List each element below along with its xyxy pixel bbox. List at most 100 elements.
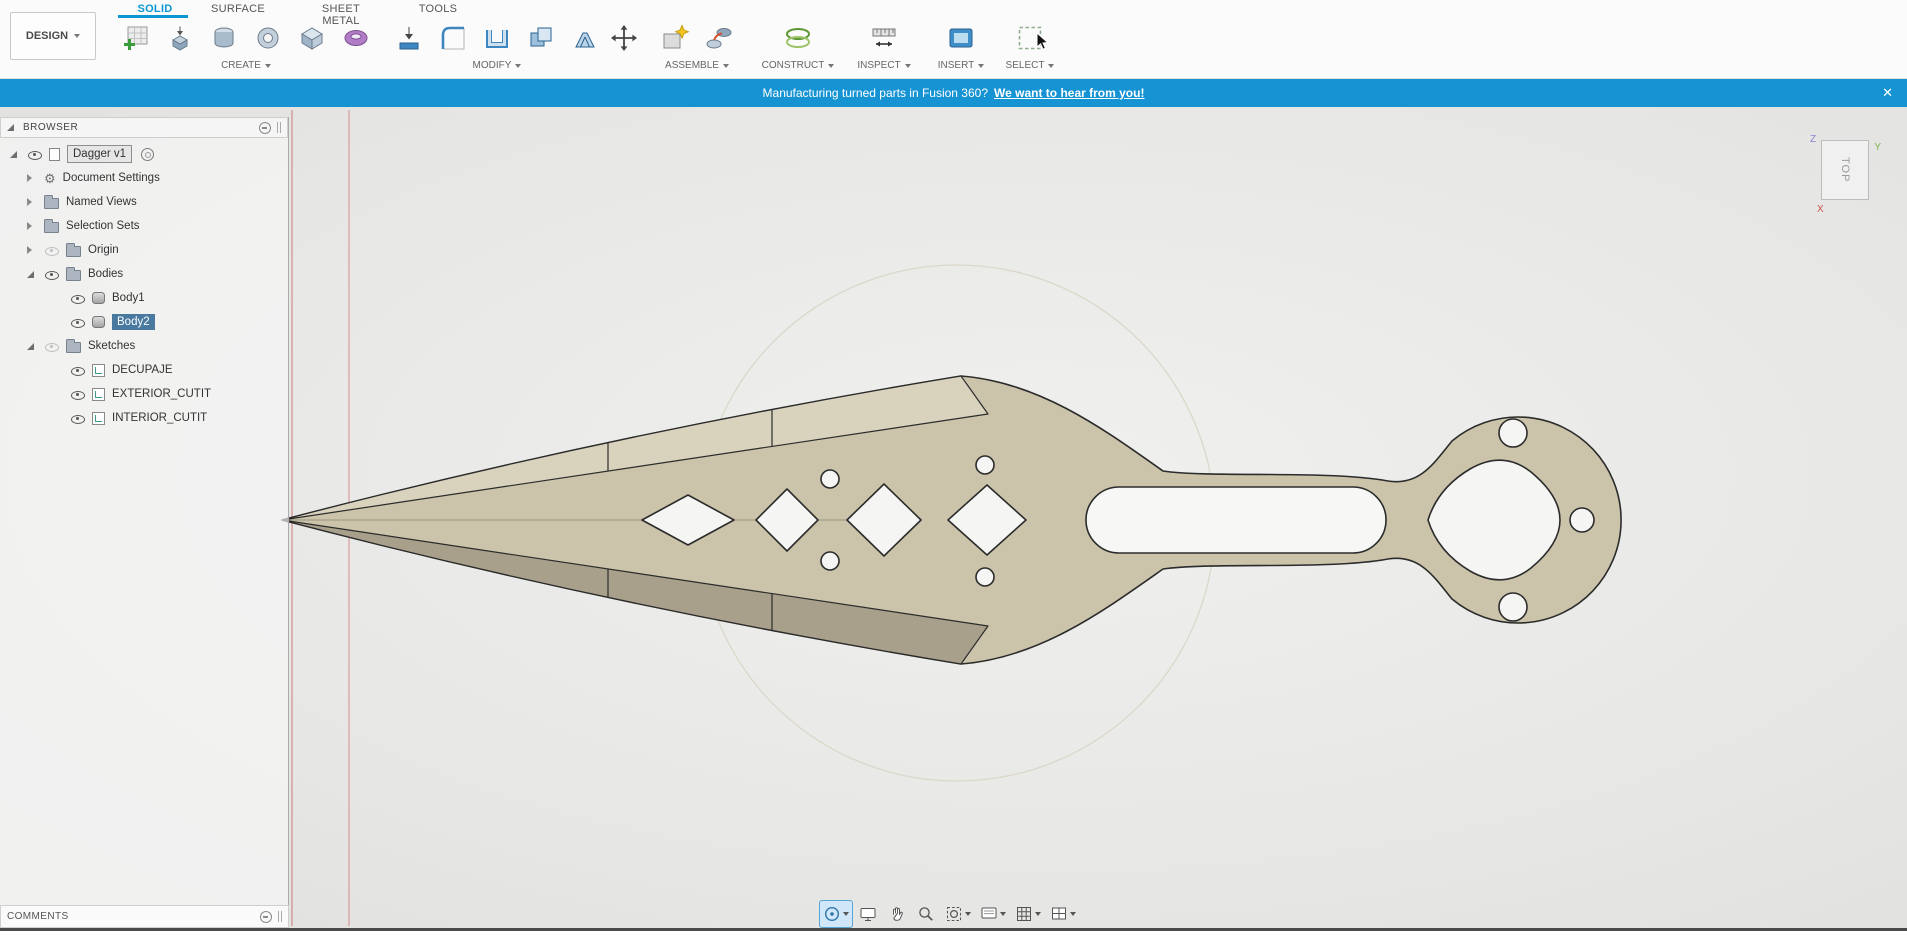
browser-item-sketch-decupaje[interactable]: DECUPAJE <box>0 358 288 382</box>
insert-canvas-icon[interactable] <box>941 19 981 57</box>
visibility-eye-icon[interactable] <box>44 267 59 281</box>
browser-item-body1[interactable]: Body1 <box>0 286 288 310</box>
chevron-down-icon <box>265 64 271 68</box>
browser-item-body2[interactable]: Body2 <box>0 310 288 334</box>
expand-arrow-icon[interactable] <box>27 174 37 182</box>
browser-item-sketch-interior[interactable]: INTERIOR_CUTIT <box>0 406 288 430</box>
browser-item-sketch-exterior[interactable]: EXTERIOR_CUTIT <box>0 382 288 406</box>
toolbar-group-assemble: ASSEMBLE <box>650 19 744 71</box>
collapse-all-icon[interactable] <box>260 911 272 923</box>
activate-radio-icon[interactable] <box>141 148 154 161</box>
box-primitive-icon[interactable] <box>292 19 332 57</box>
visibility-eye-icon[interactable] <box>70 291 85 305</box>
panel-collapse-icon[interactable] <box>7 124 17 131</box>
design-workspace-menu[interactable]: DESIGN <box>10 12 96 60</box>
construct-plane-icon[interactable] <box>778 19 818 57</box>
joint-icon[interactable] <box>699 19 739 57</box>
visibility-eye-icon[interactable] <box>70 387 85 401</box>
expand-arrow-icon[interactable] <box>27 271 37 278</box>
nav-display-settings-button[interactable] <box>977 901 1009 927</box>
hole-icon[interactable] <box>248 19 288 57</box>
collapse-all-icon[interactable] <box>259 122 271 134</box>
pan-hand-icon <box>888 905 906 923</box>
select-menu[interactable]: SELECT <box>1006 60 1055 71</box>
viewcube-top-face[interactable]: TOP <box>1821 140 1869 200</box>
browser-item-document-settings[interactable]: ⚙ Document Settings <box>0 166 288 190</box>
create-menu[interactable]: CREATE <box>221 60 271 71</box>
visibility-eye-icon[interactable] <box>70 411 85 425</box>
fillet-icon[interactable] <box>433 19 473 57</box>
item-label: DECUPAJE <box>112 364 173 376</box>
browser-title: BROWSER <box>23 122 78 133</box>
revolve-icon[interactable] <box>204 19 244 57</box>
dagger-model[interactable] <box>282 376 1621 664</box>
browser-item-origin[interactable]: Origin <box>0 238 288 262</box>
nav-fit-button[interactable] <box>942 901 974 927</box>
select-label: SELECT <box>1006 60 1045 71</box>
offset-face-icon[interactable] <box>565 19 605 57</box>
nav-grid-snaps-button[interactable] <box>1012 901 1044 927</box>
measure-icon[interactable] <box>864 19 904 57</box>
tab-surface[interactable]: SURFACE <box>205 3 271 15</box>
create-sketch-icon[interactable] <box>116 19 156 57</box>
new-component-icon[interactable] <box>655 19 695 57</box>
panel-grip-icon[interactable] <box>277 122 281 133</box>
tab-solid[interactable]: SOLID <box>125 3 185 15</box>
expand-arrow-icon[interactable] <box>27 222 37 230</box>
expand-arrow-icon[interactable] <box>27 198 37 206</box>
browser-panel: BROWSER Dagger v1 ⚙ Document Settings Na… <box>0 117 289 905</box>
create-label: CREATE <box>221 60 261 71</box>
gear-icon: ⚙ <box>44 172 56 185</box>
browser-header[interactable]: BROWSER <box>0 117 288 138</box>
press-pull-icon[interactable] <box>389 19 429 57</box>
modify-menu[interactable]: MODIFY <box>473 60 522 71</box>
browser-item-root-component[interactable]: Dagger v1 <box>0 142 288 166</box>
item-label: Named Views <box>66 196 137 208</box>
browser-item-named-views[interactable]: Named Views <box>0 190 288 214</box>
chevron-down-icon <box>828 64 834 68</box>
nav-orbit-button[interactable] <box>820 901 852 927</box>
insert-menu[interactable]: INSERT <box>938 60 985 71</box>
visibility-eye-icon[interactable] <box>70 363 85 377</box>
panel-grip-icon[interactable] <box>278 911 282 922</box>
banner-message: Manufacturing turned parts in Fusion 360… <box>763 86 988 100</box>
select-box-icon[interactable] <box>1010 19 1050 57</box>
expand-arrow-icon[interactable] <box>27 246 37 254</box>
inspect-label: INSPECT <box>857 60 900 71</box>
visibility-eye-icon[interactable] <box>44 339 59 353</box>
insert-label: INSERT <box>938 60 975 71</box>
nav-look-at-button[interactable] <box>855 901 881 927</box>
visibility-eye-icon[interactable] <box>44 243 59 257</box>
banner-close-button[interactable]: ✕ <box>1882 79 1893 107</box>
item-label: Document Settings <box>63 172 160 184</box>
axis-y-label: Y <box>1874 142 1881 153</box>
expand-arrow-icon[interactable] <box>27 343 37 350</box>
browser-item-bodies[interactable]: Bodies <box>0 262 288 286</box>
view-cube[interactable]: Z Y TOP X <box>1813 133 1883 217</box>
nav-pan-button[interactable] <box>884 901 910 927</box>
shell-icon[interactable] <box>477 19 517 57</box>
create-form-icon[interactable] <box>336 19 376 57</box>
handle-slot-cutout <box>1086 487 1386 553</box>
tab-tools[interactable]: TOOLS <box>412 3 464 15</box>
visibility-eye-icon[interactable] <box>27 147 42 161</box>
browser-item-sketches[interactable]: Sketches <box>0 334 288 358</box>
document-icon <box>49 148 60 161</box>
expand-arrow-icon[interactable] <box>10 151 20 158</box>
nav-viewports-button[interactable] <box>1047 901 1079 927</box>
toolbar-group-construct: CONSTRUCT <box>756 19 840 71</box>
item-label: Body1 <box>112 292 145 304</box>
move-copy-icon[interactable] <box>604 19 644 57</box>
extrude-icon[interactable] <box>160 19 200 57</box>
sketch-icon <box>92 412 105 425</box>
assemble-menu[interactable]: ASSEMBLE <box>665 60 729 71</box>
browser-item-selection-sets[interactable]: Selection Sets <box>0 214 288 238</box>
construct-menu[interactable]: CONSTRUCT <box>762 60 835 71</box>
inspect-menu[interactable]: INSPECT <box>857 60 910 71</box>
chevron-down-icon <box>905 64 911 68</box>
comments-bar[interactable]: COMMENTS <box>0 905 289 928</box>
visibility-eye-icon[interactable] <box>70 315 85 329</box>
nav-zoom-button[interactable] <box>913 901 939 927</box>
combine-icon[interactable] <box>521 19 561 57</box>
banner-link[interactable]: We want to hear from you! <box>994 86 1144 100</box>
